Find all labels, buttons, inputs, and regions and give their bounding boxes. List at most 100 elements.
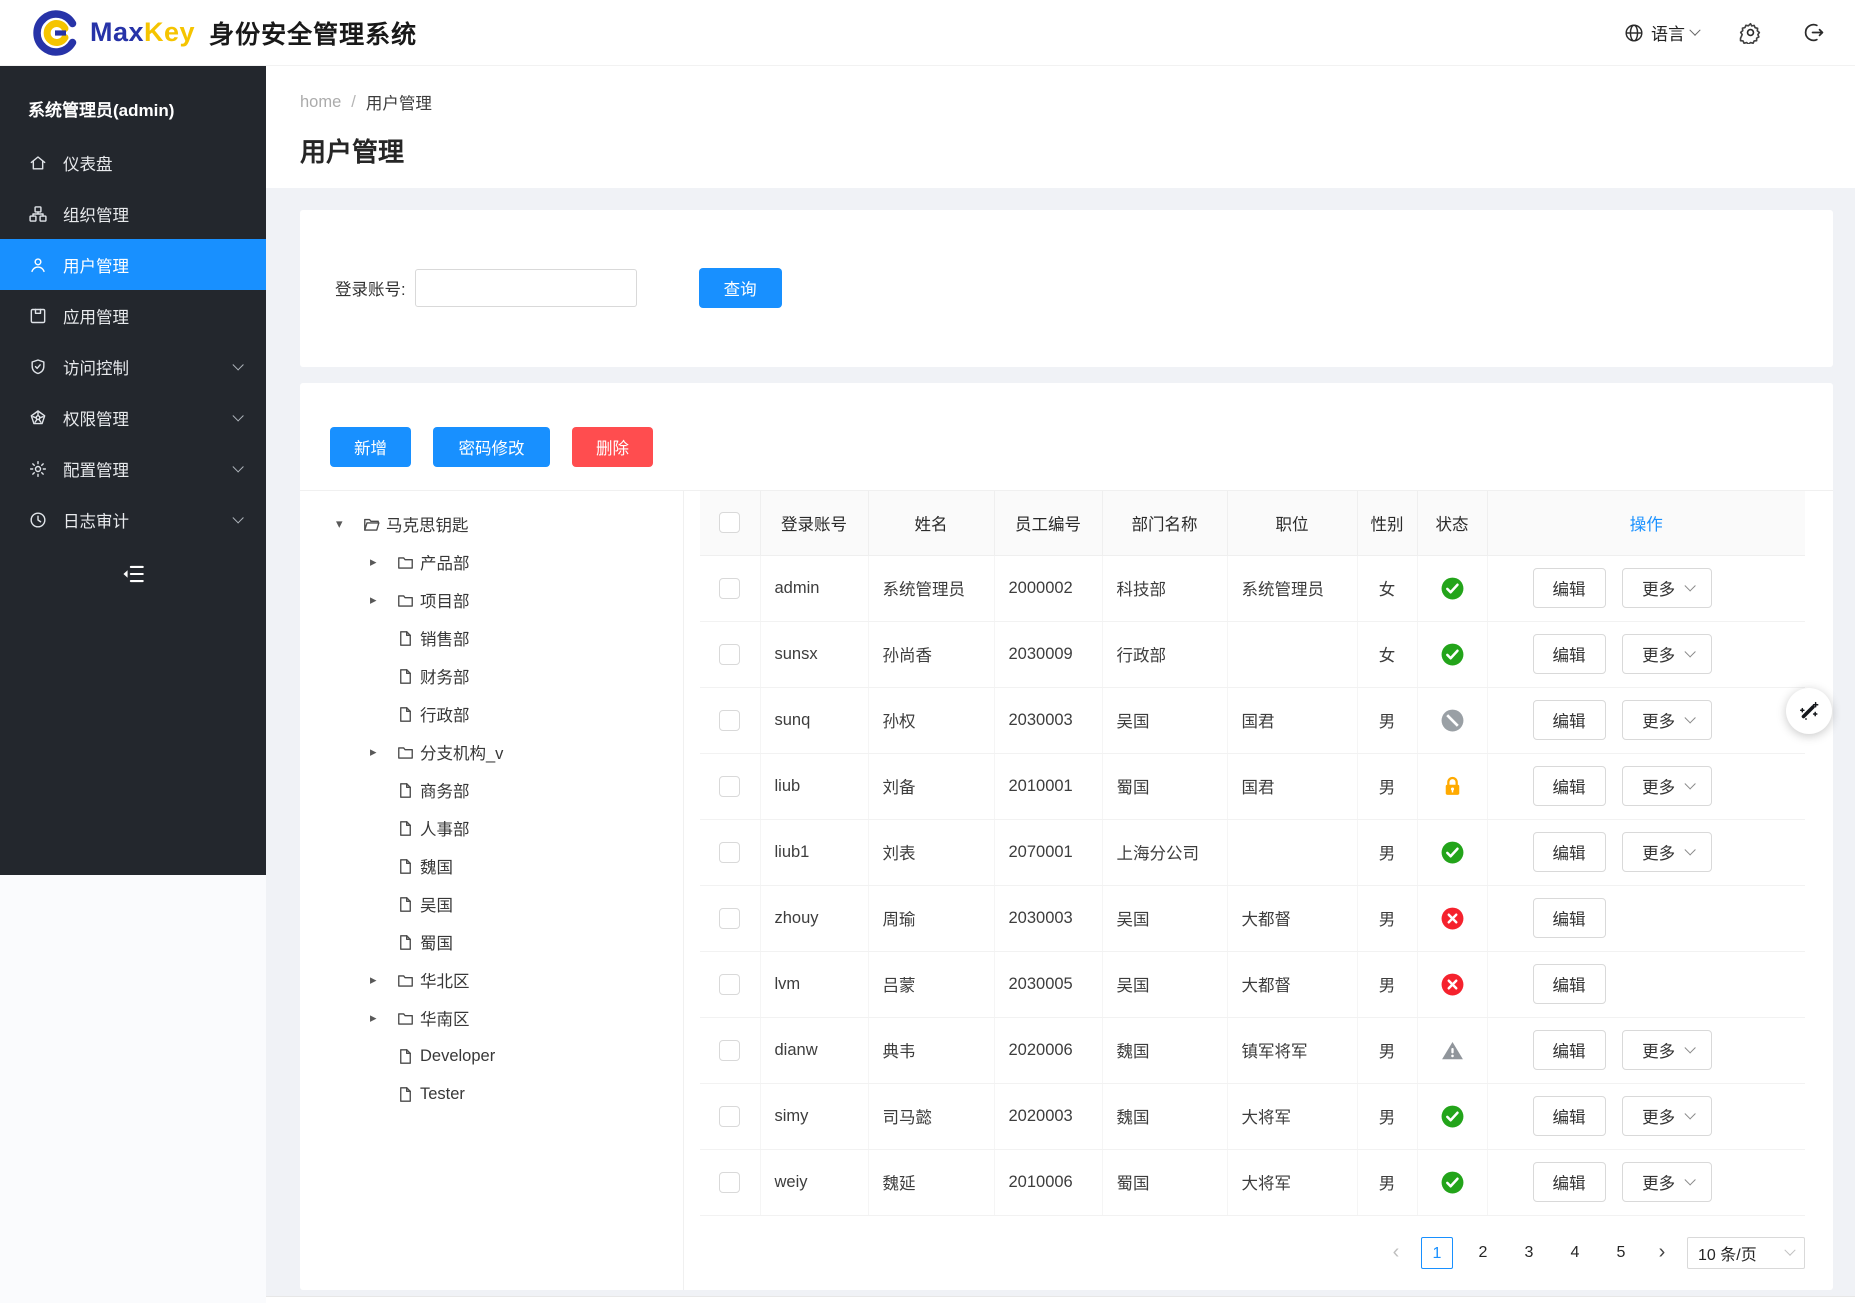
sidebar-item-shield[interactable]: 访问控制 bbox=[0, 341, 266, 392]
tree-node[interactable]: 蜀国 bbox=[300, 923, 683, 961]
cell-actions: 编辑 更多 bbox=[1487, 687, 1805, 753]
cell-employee-id: 2030003 bbox=[994, 687, 1102, 753]
more-button[interactable]: 更多 bbox=[1622, 832, 1712, 872]
tree-node[interactable]: Developer bbox=[300, 1037, 683, 1075]
tree-caret-icon[interactable]: ▸ bbox=[370, 554, 396, 570]
sidebar-item-label: 日志审计 bbox=[63, 508, 129, 532]
tree-node[interactable]: 人事部 bbox=[300, 809, 683, 847]
tree-node[interactable]: Tester bbox=[300, 1075, 683, 1113]
row-checkbox[interactable] bbox=[719, 578, 740, 599]
sidebar-item-perm[interactable]: 权限管理 bbox=[0, 392, 266, 443]
more-button[interactable]: 更多 bbox=[1622, 700, 1712, 740]
cell-actions: 编辑 更多 bbox=[1487, 555, 1805, 621]
tree-node[interactable]: 行政部 bbox=[300, 695, 683, 733]
sidebar-item-app[interactable]: 应用管理 bbox=[0, 290, 266, 341]
tree-node[interactable]: ▸ 产品部 bbox=[300, 543, 683, 581]
edit-button[interactable]: 编辑 bbox=[1533, 1162, 1606, 1202]
row-checkbox[interactable] bbox=[719, 1106, 740, 1127]
tree-node[interactable]: 魏国 bbox=[300, 847, 683, 885]
more-button[interactable]: 更多 bbox=[1622, 766, 1712, 806]
more-button[interactable]: 更多 bbox=[1622, 1030, 1712, 1070]
edit-button[interactable]: 编辑 bbox=[1533, 766, 1606, 806]
delete-button[interactable]: 删除 bbox=[572, 427, 653, 467]
more-button[interactable]: 更多 bbox=[1622, 568, 1712, 608]
row-checkbox[interactable] bbox=[719, 1172, 740, 1193]
sidebar-item-home[interactable]: 仪表盘 bbox=[0, 137, 266, 188]
col-employee-id: 员工编号 bbox=[994, 491, 1102, 555]
edit-button[interactable]: 编辑 bbox=[1533, 832, 1606, 872]
sidebar-item-gear[interactable]: 配置管理 bbox=[0, 443, 266, 494]
menu-fold-icon[interactable] bbox=[120, 561, 146, 587]
folder-icon bbox=[396, 971, 420, 990]
page-size-select[interactable]: 10 条/页 bbox=[1687, 1237, 1805, 1269]
tree-caret-icon[interactable]: ▾ bbox=[336, 516, 362, 532]
row-checkbox[interactable] bbox=[719, 710, 740, 731]
next-page-icon[interactable]: › bbox=[1651, 1241, 1673, 1264]
edit-button[interactable]: 编辑 bbox=[1533, 634, 1606, 674]
cell-status bbox=[1417, 753, 1487, 819]
edit-button[interactable]: 编辑 bbox=[1533, 700, 1606, 740]
cell-gender: 男 bbox=[1357, 1149, 1417, 1215]
tree-node[interactable]: 商务部 bbox=[300, 771, 683, 809]
edit-button[interactable]: 编辑 bbox=[1533, 1096, 1606, 1136]
tree-caret-icon[interactable]: ▸ bbox=[370, 1010, 396, 1026]
edit-button[interactable]: 编辑 bbox=[1533, 568, 1606, 608]
product-title: 身份安全管理系统 bbox=[209, 15, 417, 51]
cell-position bbox=[1227, 819, 1357, 885]
prev-page-icon[interactable]: ‹ bbox=[1385, 1241, 1407, 1264]
add-button[interactable]: 新增 bbox=[330, 427, 411, 467]
more-button[interactable]: 更多 bbox=[1622, 634, 1712, 674]
cell-name: 周瑜 bbox=[868, 885, 994, 951]
settings-gear-icon[interactable] bbox=[1739, 21, 1762, 44]
tree-node[interactable]: ▾ 马克思钥匙 bbox=[300, 505, 683, 543]
chevron-down-icon bbox=[232, 461, 243, 472]
tree-caret-icon[interactable]: ▸ bbox=[370, 744, 396, 760]
file-icon bbox=[396, 1085, 420, 1104]
tree-node[interactable]: 财务部 bbox=[300, 657, 683, 695]
row-checkbox[interactable] bbox=[719, 842, 740, 863]
cell-gender: 男 bbox=[1357, 753, 1417, 819]
table-header-row: 登录账号 姓名 员工编号 部门名称 职位 性别 状态 操作 bbox=[700, 491, 1805, 555]
folder-icon bbox=[396, 743, 420, 762]
more-button[interactable]: 更多 bbox=[1622, 1162, 1712, 1202]
page-number-3[interactable]: 3 bbox=[1513, 1237, 1545, 1269]
maxkey-user-management-page: { "brand": { "name_max": "Max", "name_ke… bbox=[0, 0, 1855, 1303]
tree-node[interactable]: ▸ 项目部 bbox=[300, 581, 683, 619]
page-number-2[interactable]: 2 bbox=[1467, 1237, 1499, 1269]
row-checkbox[interactable] bbox=[719, 776, 740, 797]
tree-caret-icon[interactable]: ▸ bbox=[370, 592, 396, 608]
cell-name: 吕蒙 bbox=[868, 951, 994, 1017]
sidebar-item-clock[interactable]: 日志审计 bbox=[0, 494, 266, 545]
sidebar-item-org[interactable]: 组织管理 bbox=[0, 188, 266, 239]
tree-node[interactable]: ▸ 分支机构_v bbox=[300, 733, 683, 771]
select-all-checkbox[interactable] bbox=[719, 512, 740, 533]
edit-button[interactable]: 编辑 bbox=[1533, 1030, 1606, 1070]
page-number-1[interactable]: 1 bbox=[1421, 1237, 1453, 1269]
row-checkbox[interactable] bbox=[719, 974, 740, 995]
col-actions[interactable]: 操作 bbox=[1487, 491, 1805, 555]
cell-gender: 男 bbox=[1357, 687, 1417, 753]
tree-caret-icon[interactable]: ▸ bbox=[370, 972, 396, 988]
tree-node[interactable]: ▸ 华北区 bbox=[300, 961, 683, 999]
row-checkbox[interactable] bbox=[719, 908, 740, 929]
page-number-4[interactable]: 4 bbox=[1559, 1237, 1591, 1269]
sidebar-menu: 仪表盘 组织管理 用户管理 应用管理 访问控制 权限管理 配置管理 日志审计 bbox=[0, 137, 266, 545]
language-switcher[interactable]: 语言 bbox=[1623, 20, 1699, 45]
sidebar-item-user[interactable]: 用户管理 bbox=[0, 239, 266, 290]
tree-node[interactable]: 吴国 bbox=[300, 885, 683, 923]
more-button[interactable]: 更多 bbox=[1622, 1096, 1712, 1136]
page-number-5[interactable]: 5 bbox=[1605, 1237, 1637, 1269]
login-account-input[interactable] bbox=[415, 269, 637, 307]
row-checkbox[interactable] bbox=[719, 644, 740, 665]
tree-node[interactable]: 销售部 bbox=[300, 619, 683, 657]
magic-wand-fab[interactable] bbox=[1786, 688, 1832, 734]
edit-button[interactable]: 编辑 bbox=[1533, 964, 1606, 1004]
logout-icon[interactable] bbox=[1802, 21, 1825, 44]
breadcrumb-home-link[interactable]: home bbox=[300, 93, 341, 112]
change-password-button[interactable]: 密码修改 bbox=[433, 427, 550, 467]
status-active-icon bbox=[1440, 1104, 1465, 1129]
row-checkbox[interactable] bbox=[719, 1040, 740, 1061]
edit-button[interactable]: 编辑 bbox=[1533, 898, 1606, 938]
query-button[interactable]: 查询 bbox=[699, 268, 782, 308]
tree-node[interactable]: ▸ 华南区 bbox=[300, 999, 683, 1037]
